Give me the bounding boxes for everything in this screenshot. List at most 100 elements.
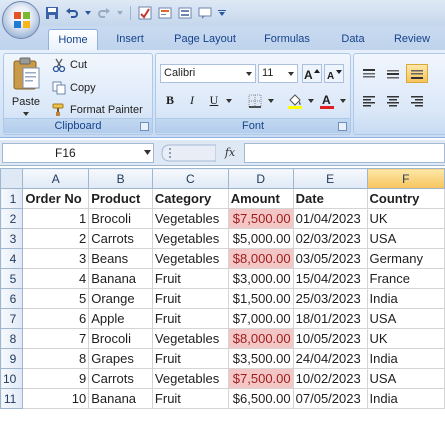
clipboard-dialog-launcher[interactable] bbox=[140, 122, 149, 131]
cell[interactable]: $8,000.00 bbox=[227, 328, 294, 349]
cell[interactable]: 7 bbox=[22, 328, 90, 349]
office-button[interactable] bbox=[2, 1, 40, 39]
align-middle-button[interactable] bbox=[382, 64, 404, 83]
select-all-corner[interactable] bbox=[0, 168, 24, 189]
cell[interactable]: $3,000.00 bbox=[227, 268, 294, 289]
cell[interactable]: USA bbox=[366, 228, 445, 249]
cell[interactable]: Banana bbox=[88, 268, 153, 289]
underline-dropdown[interactable] bbox=[224, 91, 234, 110]
align-center-button[interactable] bbox=[382, 91, 404, 110]
cell[interactable]: 03/05/2023 bbox=[292, 248, 368, 269]
cell[interactable]: 10/05/2023 bbox=[292, 328, 368, 349]
cell[interactable]: Grapes bbox=[88, 348, 153, 369]
align-right-button[interactable] bbox=[406, 91, 428, 110]
cell[interactable]: Fruit bbox=[151, 348, 229, 369]
cell[interactable]: Vegetables bbox=[151, 228, 229, 249]
cell[interactable]: $7,000.00 bbox=[227, 308, 294, 329]
paste-dropdown-icon[interactable] bbox=[23, 112, 29, 116]
cell[interactable]: Germany bbox=[366, 248, 445, 269]
column-header-selected[interactable]: F bbox=[366, 168, 445, 189]
fill-color-dropdown[interactable] bbox=[306, 91, 316, 110]
row-header[interactable]: 3 bbox=[0, 228, 24, 249]
cell[interactable]: 10 bbox=[22, 388, 90, 409]
tab-review[interactable]: Review bbox=[385, 29, 439, 50]
row-header[interactable]: 7 bbox=[0, 308, 24, 329]
cell[interactable]: Carrots bbox=[88, 228, 153, 249]
cell[interactable]: Brocoli bbox=[88, 208, 153, 229]
form-icon[interactable] bbox=[177, 5, 193, 21]
font-dialog-launcher[interactable] bbox=[338, 122, 347, 131]
cell[interactable]: USA bbox=[366, 368, 445, 389]
formula-input[interactable] bbox=[244, 143, 445, 163]
row-header[interactable]: 5 bbox=[0, 268, 24, 289]
cell[interactable]: 9 bbox=[22, 368, 90, 389]
cell[interactable]: India bbox=[366, 348, 445, 369]
print-preview-icon[interactable] bbox=[157, 5, 173, 21]
column-header[interactable]: B bbox=[88, 168, 153, 189]
cell[interactable]: Beans bbox=[88, 248, 153, 269]
cell[interactable]: Amount bbox=[227, 188, 294, 209]
borders-dropdown[interactable] bbox=[266, 91, 276, 110]
cell[interactable]: 15/04/2023 bbox=[292, 268, 368, 289]
cell[interactable]: 10/02/2023 bbox=[292, 368, 368, 389]
row-header[interactable]: 6 bbox=[0, 288, 24, 309]
cell[interactable]: Vegetables bbox=[151, 248, 229, 269]
chevron-down-icon[interactable] bbox=[144, 150, 151, 155]
cell[interactable]: Category bbox=[151, 188, 229, 209]
cell[interactable]: 02/03/2023 bbox=[292, 228, 368, 249]
font-size-select[interactable]: 11 bbox=[258, 64, 298, 83]
cell[interactable]: Banana bbox=[88, 388, 153, 409]
font-family-select[interactable]: Calibri bbox=[160, 64, 256, 83]
underline-button[interactable]: U bbox=[204, 91, 224, 110]
cell[interactable]: Product bbox=[88, 188, 153, 209]
cell[interactable]: $3,500.00 bbox=[227, 348, 294, 369]
cell[interactable]: 3 bbox=[22, 248, 90, 269]
copy-button[interactable]: Copy bbox=[52, 79, 96, 97]
cell[interactable]: Date bbox=[292, 188, 368, 209]
format-painter-button[interactable]: Format Painter bbox=[52, 101, 143, 119]
cell[interactable]: 8 bbox=[22, 348, 90, 369]
cell[interactable]: 25/03/2023 bbox=[292, 288, 368, 309]
comment-icon[interactable] bbox=[197, 5, 213, 21]
name-box[interactable]: F16 bbox=[2, 143, 154, 163]
cell[interactable]: India bbox=[366, 288, 445, 309]
cell[interactable]: Fruit bbox=[151, 308, 229, 329]
cell[interactable]: Apple bbox=[88, 308, 153, 329]
tab-data[interactable]: Data bbox=[330, 29, 376, 50]
cell[interactable]: UK bbox=[366, 328, 445, 349]
italic-button[interactable]: I bbox=[182, 91, 202, 110]
row-header[interactable]: 10 bbox=[0, 368, 24, 389]
column-header[interactable]: C bbox=[151, 168, 229, 189]
row-header[interactable]: 4 bbox=[0, 248, 24, 269]
shrink-font-button[interactable]: A bbox=[324, 64, 344, 83]
cell[interactable]: 6 bbox=[22, 308, 90, 329]
undo-dropdown-icon[interactable] bbox=[84, 5, 92, 21]
cell[interactable]: $6,500.00 bbox=[227, 388, 294, 409]
align-top-button[interactable] bbox=[358, 64, 380, 83]
cell[interactable]: Orange bbox=[88, 288, 153, 309]
cell[interactable]: 18/01/2023 bbox=[292, 308, 368, 329]
row-header[interactable]: 11 bbox=[0, 388, 24, 409]
paste-button[interactable]: Paste bbox=[8, 56, 44, 118]
redo-icon[interactable] bbox=[96, 5, 112, 21]
customize-toolbar-icon[interactable] bbox=[217, 5, 227, 21]
cell[interactable]: Vegetables bbox=[151, 208, 229, 229]
cell[interactable]: $7,500.00 bbox=[227, 208, 294, 229]
font-color-dropdown[interactable] bbox=[338, 91, 348, 110]
tab-page-layout[interactable]: Page Layout bbox=[164, 29, 246, 50]
cell[interactable]: 01/04/2023 bbox=[292, 208, 368, 229]
cell[interactable]: 24/04/2023 bbox=[292, 348, 368, 369]
cell[interactable]: Fruit bbox=[151, 388, 229, 409]
row-header[interactable]: 2 bbox=[0, 208, 24, 229]
row-header[interactable]: 9 bbox=[0, 348, 24, 369]
tab-formulas[interactable]: Formulas bbox=[256, 29, 318, 50]
redo-dropdown-icon[interactable] bbox=[116, 5, 124, 21]
cell[interactable]: Brocoli bbox=[88, 328, 153, 349]
cut-button[interactable]: Cut bbox=[52, 56, 87, 74]
cell[interactable]: Vegetables bbox=[151, 328, 229, 349]
cell[interactable]: Fruit bbox=[151, 268, 229, 289]
cell[interactable]: Vegetables bbox=[151, 368, 229, 389]
cell[interactable]: 4 bbox=[22, 268, 90, 289]
cell[interactable]: India bbox=[366, 388, 445, 409]
tab-home[interactable]: Home bbox=[48, 29, 98, 50]
